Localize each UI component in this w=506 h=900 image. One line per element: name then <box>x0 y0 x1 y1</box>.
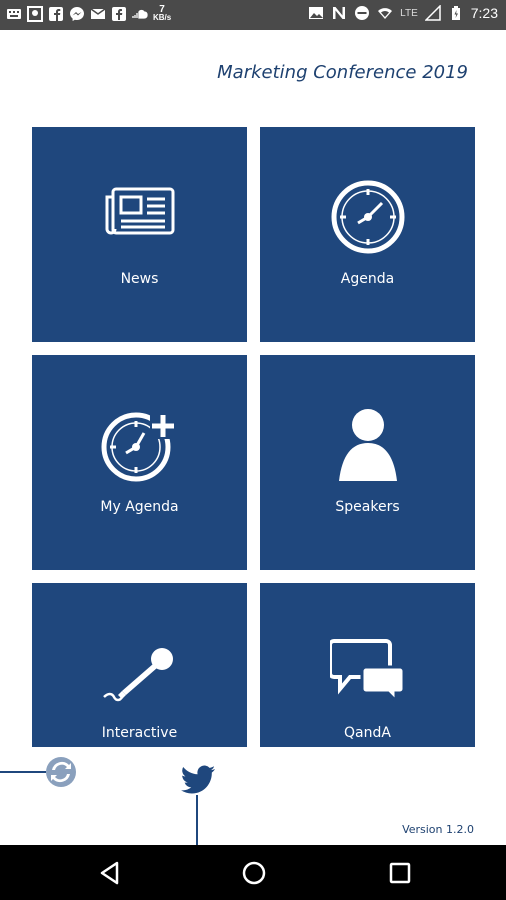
my-agenda-label: My Agenda <box>100 499 179 515</box>
wifi-icon <box>377 5 393 21</box>
network-type: LTE <box>400 7 418 19</box>
interactive-label: Interactive <box>101 725 178 741</box>
refresh-button[interactable] <box>46 757 76 787</box>
recent-apps-icon <box>389 862 411 884</box>
n-app-icon <box>331 5 347 21</box>
facebook-icon <box>48 6 64 22</box>
decorative-line-horizontal <box>0 771 46 773</box>
agenda-tile[interactable]: Agenda <box>260 127 475 342</box>
messenger-icon <box>69 6 85 22</box>
app-title: Marketing Conference 2019 <box>217 62 468 83</box>
speakers-label: Speakers <box>335 499 400 515</box>
clock-plus-icon <box>100 407 180 488</box>
data-speed-indicator: 7 KB/s <box>153 5 172 22</box>
gmail-icon <box>90 6 106 22</box>
qanda-label: QandA <box>344 725 391 741</box>
recent-apps-button[interactable] <box>386 859 414 887</box>
decorative-line-vertical <box>196 795 198 845</box>
twitter-button[interactable] <box>180 765 216 797</box>
clock-icon <box>330 179 406 260</box>
clock: 7:23 <box>470 5 498 21</box>
data-speed-unit: KB/s <box>153 13 172 22</box>
battery-icon <box>448 5 464 21</box>
chat-bubbles-icon <box>327 639 406 706</box>
do-not-disturb-icon <box>354 5 370 21</box>
news-label: News <box>120 271 159 287</box>
home-icon <box>242 861 266 885</box>
signal-icon <box>424 5 441 21</box>
agenda-label: Agenda <box>340 271 395 287</box>
person-icon <box>335 407 401 488</box>
image-icon <box>308 5 324 21</box>
status-bar: 7 KB/s LTE 7:23 <box>0 0 506 30</box>
refresh-icon <box>51 761 71 783</box>
qanda-tile[interactable]: QandA <box>260 583 475 747</box>
keyboard-icon <box>6 6 22 22</box>
microphone-icon <box>102 645 178 708</box>
newspaper-icon <box>103 185 177 242</box>
back-button[interactable] <box>96 859 124 887</box>
back-icon <box>100 861 119 885</box>
navigation-bar <box>0 845 506 900</box>
facebook-pages-icon <box>111 6 127 22</box>
version-text: Version 1.2.0 <box>402 823 474 836</box>
soundcloud-icon <box>132 6 148 22</box>
interactive-tile[interactable]: Interactive <box>32 583 247 747</box>
news-tile[interactable]: News <box>32 127 247 342</box>
gallery-icon <box>27 6 43 22</box>
home-button[interactable] <box>240 859 268 887</box>
twitter-icon <box>181 765 215 794</box>
my-agenda-tile[interactable]: My Agenda <box>32 355 247 570</box>
speakers-tile[interactable]: Speakers <box>260 355 475 570</box>
